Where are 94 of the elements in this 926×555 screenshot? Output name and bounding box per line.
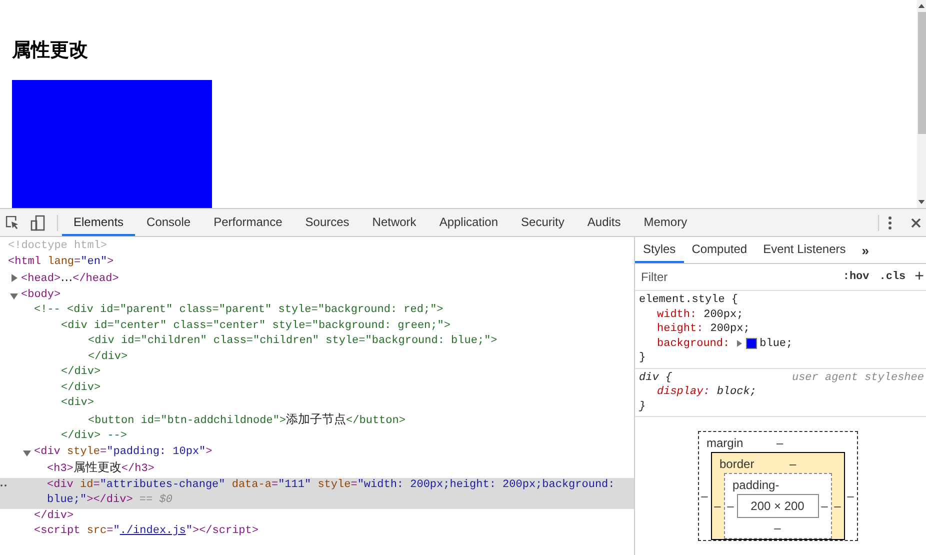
- dom-node-row[interactable]: <div id="center" class="center" style="background: green;">: [0, 318, 634, 334]
- more-options-icon[interactable]: [888, 216, 892, 230]
- code-line: <h3>属性更改</h3>: [47, 463, 154, 475]
- code-line: </div>: [88, 350, 128, 362]
- css-value: blue;: [760, 336, 793, 351]
- code-line: <script src="./index.js"></script>: [34, 525, 258, 537]
- new-rule-button[interactable]: +: [910, 268, 926, 286]
- box-value: –: [726, 499, 735, 513]
- panel-tab[interactable]: Security: [510, 209, 576, 236]
- dom-node-row[interactable]: <!-- <div id="parent" class="parent" style="background: red;">: [0, 303, 634, 318]
- dom-node-row[interactable]: </div>: [0, 508, 634, 524]
- code-line: <div id="center" class="center" style="background: green;">: [61, 320, 450, 332]
- box-value: -: [775, 477, 780, 494]
- css-selector: div {: [639, 370, 672, 385]
- code-line: <html lang="en">: [8, 256, 114, 268]
- box-label: border: [720, 456, 756, 473]
- dom-node-row[interactable]: <h3>属性更改</h3>: [0, 460, 634, 478]
- code-line: <button id="btn-addchildnode">添加子节点</button>: [88, 414, 406, 426]
- box-value: –: [713, 499, 722, 513]
- hover-state-toggle[interactable]: :hov: [838, 271, 874, 283]
- box-value: –: [774, 521, 781, 535]
- css-value: block;: [716, 385, 756, 400]
- dom-node-row[interactable]: <button id="btn-addchildnode">添加子节点</button>: [0, 412, 634, 429]
- dom-node-row[interactable]: </div>: [0, 365, 634, 380]
- box-value: –: [790, 456, 796, 473]
- css-value: 200px;: [704, 308, 744, 322]
- box-value: –: [700, 489, 709, 503]
- more-tabs-button[interactable]: »: [854, 237, 878, 263]
- page-heading: 属性更改: [12, 38, 89, 62]
- more-dots-icon[interactable]: [0, 484, 8, 486]
- code-line: </div> -->: [61, 430, 128, 442]
- dom-node-row[interactable]: <html lang="en">: [0, 254, 634, 270]
- close-icon[interactable]: [911, 218, 921, 228]
- dom-node-row[interactable]: <div>: [0, 396, 634, 412]
- dom-node-row[interactable]: <head>…</head>: [0, 270, 634, 288]
- panel-tab[interactable]: Sources: [294, 209, 361, 236]
- dom-node-row[interactable]: </div> -->: [0, 429, 634, 444]
- closing-brace: }: [639, 400, 646, 414]
- panel-tab[interactable]: Audits: [576, 209, 632, 236]
- dom-node-row[interactable]: <body>: [0, 288, 634, 303]
- filter-field[interactable]: Filter: [635, 270, 838, 284]
- css-selector: element.style {: [639, 293, 738, 308]
- class-toggle[interactable]: .cls: [874, 271, 911, 283]
- sidebar-tab[interactable]: Event Listeners: [755, 237, 854, 263]
- css-property: height:: [657, 322, 704, 336]
- code-line: <!doctype html>: [8, 240, 108, 252]
- css-property: background:: [657, 336, 730, 351]
- dom-node-row[interactable]: <div style="padding: 10px">: [0, 444, 634, 460]
- code-line: <head>…</head>: [21, 273, 119, 285]
- code-line: </div>: [61, 366, 101, 378]
- code-line: <div>: [61, 397, 94, 409]
- dom-node-row[interactable]: </div>: [0, 350, 634, 365]
- code-line: <div style="padding: 10px">: [34, 446, 212, 458]
- css-property: display:: [657, 385, 710, 400]
- box-value: –: [833, 499, 842, 513]
- box-value: –: [776, 435, 784, 452]
- dom-node-row[interactable]: </div>: [0, 380, 634, 396]
- code-line: <div id="children" class="children" style="background: blue;">: [88, 335, 498, 347]
- scroll-up-icon[interactable]: [918, 4, 925, 8]
- css-value: 200px;: [710, 322, 750, 336]
- css-property: width:: [657, 308, 697, 322]
- rule-origin: user agent styleshee: [792, 370, 924, 385]
- panel-tab[interactable]: Elements: [62, 209, 136, 236]
- dom-node-row[interactable]: <div id="attributes-change" data-a="111" style="width: 200px;height: 200px;background: blue;"></div> == $0: [0, 478, 634, 508]
- code-line: <!-- <div id="parent" class="parent" style="background: red;">: [34, 304, 444, 316]
- code-line: <body>: [21, 288, 61, 300]
- scrollbar[interactable]: [917, 0, 926, 208]
- box-label: margin: [706, 435, 744, 452]
- expand-arrow-icon[interactable]: [736, 340, 742, 348]
- sidebar-tab[interactable]: Computed: [684, 237, 756, 263]
- scroll-down-icon[interactable]: [918, 200, 925, 204]
- content-box: 200 × 200: [736, 494, 818, 518]
- panel-tab[interactable]: Performance: [202, 209, 294, 236]
- code-line: </div>: [34, 510, 74, 522]
- panel-tab[interactable]: Network: [360, 209, 428, 236]
- script-link[interactable]: ./index.js: [120, 525, 186, 537]
- panel-tab[interactable]: Console: [135, 209, 202, 236]
- sidebar-tab[interactable]: Styles: [635, 237, 684, 263]
- expanded-arrow-icon[interactable]: [10, 292, 18, 300]
- code-line: <div id="attributes-change" data-a="111" style="width: 200px;height: 200px;background: blue;"></div> == $0: [47, 478, 616, 506]
- box-label: padding: [732, 477, 776, 494]
- expanded-arrow-icon[interactable]: [23, 448, 31, 456]
- box-value: –: [846, 489, 855, 503]
- panel-tab[interactable]: Application: [428, 209, 510, 236]
- code-line: </div>: [61, 382, 101, 394]
- box-value: –: [820, 499, 829, 513]
- device-icon[interactable]: [30, 214, 46, 230]
- closing-brace: }: [639, 351, 646, 366]
- panel-tab[interactable]: Memory: [632, 209, 699, 236]
- collapsed-arrow-icon[interactable]: [10, 274, 18, 282]
- inspect-icon[interactable]: [5, 215, 20, 230]
- color-swatch[interactable]: [746, 338, 757, 350]
- dom-node-row[interactable]: <script src="./index.js"></script>: [0, 524, 634, 540]
- dom-node-row[interactable]: <div id="children" class="children" style="background: blue;">: [0, 334, 634, 350]
